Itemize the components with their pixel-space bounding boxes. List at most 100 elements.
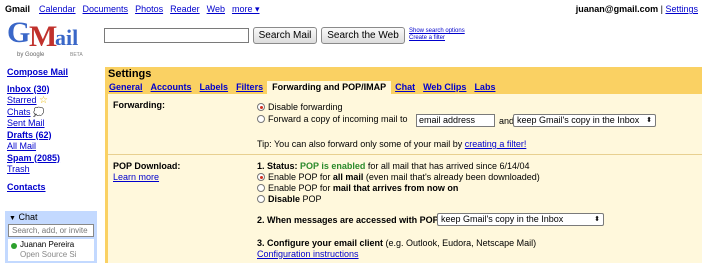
configure-a: 3. Configure your email client (257, 238, 384, 248)
forward-keep-select-value: keep Gmail's copy in the Inbox (517, 115, 640, 125)
nav-reader[interactable]: Reader (170, 4, 200, 15)
learn-more-link[interactable]: Learn more (113, 172, 159, 182)
search-input[interactable] (104, 28, 249, 43)
nav-more[interactable]: more ▾ (232, 4, 260, 15)
compose-mail-link[interactable]: Compose Mail (7, 67, 97, 79)
opt2-a: Enable POP for (268, 183, 331, 193)
top-nav: Calendar Documents Photos Reader Web mor… (39, 4, 260, 15)
online-status-icon (11, 243, 17, 249)
logo-g: G (7, 16, 30, 49)
pop-disable-radio[interactable] (257, 195, 265, 203)
opt1-c: (even mail that's already been downloade… (365, 172, 540, 182)
gmail-logo[interactable]: G M ail by Google BETA (7, 16, 83, 61)
tab-forwarding-pop-imap[interactable]: Forwarding and POP/IMAP (267, 81, 392, 94)
nav-documents[interactable]: Documents (83, 4, 129, 15)
logo-m: M (29, 20, 58, 53)
chats-label[interactable]: Chats (7, 107, 31, 117)
starred-label[interactable]: Starred (7, 95, 37, 105)
account-email: juanan@gmail.com (575, 4, 659, 14)
disable-forwarding-radio[interactable] (257, 103, 265, 111)
chat-title: Chat (18, 212, 38, 222)
nav-calendar[interactable]: Calendar (39, 4, 76, 15)
pop-status: 1. Status: POP is enabled for all mail t… (257, 161, 530, 171)
logo-beta: BETA (70, 52, 83, 58)
sidebar-item-starred[interactable]: Starred ☆ (7, 95, 97, 107)
sidebar-item-sent[interactable]: Sent Mail (7, 118, 97, 130)
settings-link[interactable]: Settings (665, 4, 698, 14)
account-area: juanan@gmail.com | Settings (576, 4, 698, 14)
pop-download-label: POP Download: (113, 161, 181, 171)
nav-web[interactable]: Web (207, 4, 225, 15)
pop-status-prefix: 1. Status: (257, 161, 298, 171)
pop-new-mail-radio[interactable] (257, 184, 265, 192)
opt1-a: Enable POP for (268, 172, 331, 182)
divider (108, 154, 702, 155)
configure-client: 3. Configure your email client (e.g. Out… (257, 238, 536, 248)
pop-new-mail-option[interactable]: Enable POP for mail that arrives from no… (257, 183, 458, 193)
nav-photos[interactable]: Photos (135, 4, 163, 15)
select-arrows-icon: ⬍ (646, 117, 652, 124)
chat-header[interactable]: ▼ Chat (5, 211, 97, 223)
settings-panel: Settings General Accounts Labels Filters… (105, 67, 702, 263)
sidebar-item-all-mail[interactable]: All Mail (7, 141, 97, 153)
tab-chat[interactable]: Chat (391, 81, 419, 94)
forward-copy-radio[interactable] (257, 115, 265, 123)
tab-labs[interactable]: Labs (470, 81, 499, 94)
chat-panel: ▼ Chat Search, add, or invite Juanan Per… (5, 211, 97, 263)
settings-tabs: General Accounts Labels Filters Forwardi… (105, 81, 499, 94)
search-web-button[interactable]: Search the Web (321, 27, 405, 44)
when-accessed-label: 2. When messages are accessed with POP (257, 215, 439, 225)
collapse-triangle-icon[interactable]: ▼ (9, 215, 16, 222)
forwarding-label: Forwarding: (113, 100, 165, 110)
forward-copy-label: Forward a copy of incoming mail to (268, 114, 408, 124)
show-search-options-link[interactable]: Show search options (409, 28, 465, 34)
create-filter-link[interactable]: Create a filter (409, 35, 445, 41)
sidebar-item-inbox[interactable]: Inbox (30) (7, 84, 97, 96)
configure-b: (e.g. Outlook, Eudora, Netscape Mail) (385, 238, 537, 248)
sidebar-item-chats[interactable]: Chats 💭 (7, 107, 97, 119)
pop-disable-option[interactable]: Disable POP (257, 194, 322, 204)
sidebar-item-spam[interactable]: Spam (2085) (7, 153, 97, 165)
settings-content: Forwarding: Disable forwarding Forward a… (108, 94, 702, 263)
forward-copy-option[interactable]: Forward a copy of incoming mail to (257, 114, 408, 124)
contact-status: Open Source Si (20, 250, 77, 259)
sidebar-item-contacts[interactable]: Contacts (7, 182, 97, 194)
logo-by-google: by Google (17, 52, 45, 58)
pop-all-mail-radio[interactable] (257, 173, 265, 181)
configuration-instructions-link[interactable]: Configuration instructions (257, 249, 359, 259)
and-label: and (499, 116, 515, 126)
separator: | (660, 4, 663, 14)
contact-name: Juanan Pereira (20, 240, 75, 249)
opt1-b: all mail (332, 172, 364, 182)
tab-general[interactable]: General (105, 81, 147, 94)
tab-web-clips[interactable]: Web Clips (419, 81, 470, 94)
select-arrows-icon: ⬍ (594, 216, 600, 223)
search-mail-button[interactable]: Search Mail (253, 27, 317, 44)
sidebar: Compose Mail Inbox (30) Starred ☆ Chats … (7, 67, 97, 193)
sidebar-item-drafts[interactable]: Drafts (62) (7, 130, 97, 142)
sidebar-item-trash[interactable]: Trash (7, 164, 97, 176)
forward-email-field[interactable]: email address (416, 114, 495, 127)
chat-contact[interactable]: Juanan Pereira Open Source Si (8, 239, 94, 261)
page-title: Settings (108, 68, 152, 80)
chat-search-input[interactable]: Search, add, or invite (8, 224, 94, 237)
pop-keep-select[interactable]: keep Gmail's copy in the Inbox ⬍ (437, 213, 604, 226)
pop-all-mail-option[interactable]: Enable POP for all mail (even mail that'… (257, 172, 540, 182)
pop-status-enabled: POP is enabled (300, 161, 366, 171)
brand-gmail: Gmail (5, 4, 31, 14)
tip-text: Tip: You can also forward only some of y… (257, 139, 463, 149)
forward-keep-select[interactable]: keep Gmail's copy in the Inbox ⬍ (513, 114, 656, 127)
pop-keep-select-value: keep Gmail's copy in the Inbox (441, 214, 564, 224)
opt2-b: mail that arrives from now on (332, 183, 459, 193)
search-options: Show search options Create a filter (409, 28, 465, 42)
tab-accounts[interactable]: Accounts (147, 81, 196, 94)
opt3-a: Disable (268, 194, 301, 204)
chat-bubble-icon: 💭 (33, 106, 45, 117)
tab-filters[interactable]: Filters (232, 81, 267, 94)
disable-forwarding-option[interactable]: Disable forwarding (257, 102, 343, 112)
tab-labels[interactable]: Labels (196, 81, 233, 94)
create-filter-tip-link[interactable]: creating a filter! (465, 139, 527, 149)
star-icon: ☆ (39, 95, 48, 106)
logo-ail: ail (55, 25, 79, 50)
opt3-b: POP (302, 194, 322, 204)
